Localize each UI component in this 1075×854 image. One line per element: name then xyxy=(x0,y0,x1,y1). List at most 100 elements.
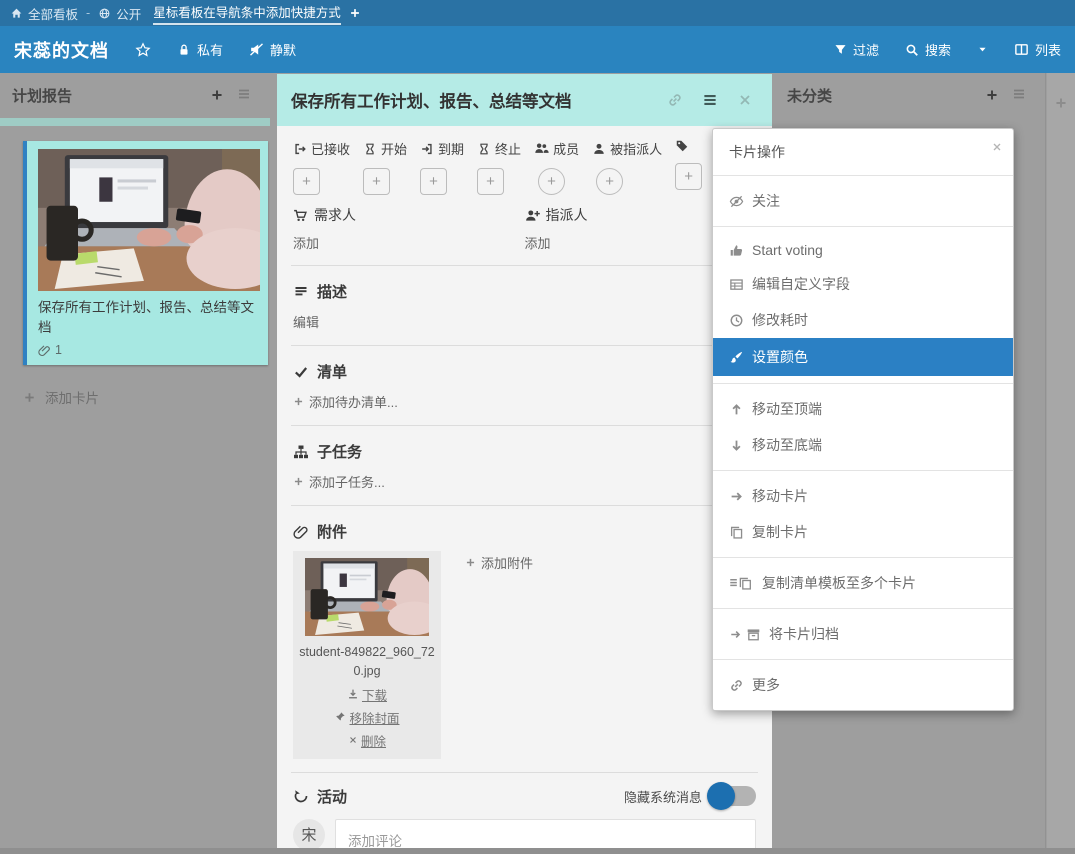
field-label: 终止 xyxy=(495,139,521,158)
requester-section: 需求人 添加 xyxy=(293,205,525,253)
private-label: 私有 xyxy=(197,40,223,59)
menu-item-label: 移动至底端 xyxy=(752,435,822,455)
description-label: 描述 xyxy=(317,281,347,302)
menu-item-move-card[interactable]: 移动卡片 xyxy=(713,478,1013,514)
plus-icon xyxy=(293,396,304,407)
kanban-card[interactable]: 保存所有工作计划、报告、总结等文档 1 xyxy=(23,141,268,365)
add-member-button[interactable]: + xyxy=(538,168,565,195)
clock-icon xyxy=(729,313,744,328)
arrow-right-icon xyxy=(729,628,742,641)
public-label: 公开 xyxy=(116,4,141,23)
public-link[interactable]: 公开 xyxy=(98,4,141,23)
arrow-down-icon xyxy=(729,438,744,453)
card-actions-menu: 卡片操作 关注 Start voting 编辑自定义字段 修改耗时 设置颜色 xyxy=(712,128,1014,711)
hourglass-icon xyxy=(363,142,377,156)
view-dropdown-button[interactable] xyxy=(977,44,988,55)
menu-item-label: 复制卡片 xyxy=(752,522,808,542)
add-checklist-link[interactable]: 添加待办清单... xyxy=(293,392,398,411)
edit-description-link[interactable]: 编辑 xyxy=(293,312,319,331)
card-actions-menu-button[interactable] xyxy=(696,88,724,113)
field-members: 成员 + xyxy=(534,139,579,195)
download-label: 下载 xyxy=(362,685,387,704)
download-icon xyxy=(347,688,359,700)
hide-system-messages-toggle[interactable] xyxy=(710,786,756,806)
horizontal-scrollbar[interactable] xyxy=(0,848,1075,854)
user-icon xyxy=(592,142,606,156)
paperclip-icon xyxy=(293,524,309,540)
add-label-button[interactable]: + xyxy=(675,163,702,190)
card-title: 保存所有工作计划、报告、总结等文档 xyxy=(38,298,258,337)
mute-icon xyxy=(249,42,264,57)
star-board-button[interactable] xyxy=(135,42,151,58)
download-link[interactable]: 下载 xyxy=(299,685,435,704)
menu-item-start-voting[interactable]: Start voting xyxy=(713,234,1013,266)
board-title: 宋蕊的文档 xyxy=(14,37,109,63)
search-icon xyxy=(905,43,919,57)
list-menu-button[interactable] xyxy=(230,84,258,107)
menu-item-set-color[interactable]: 设置颜色 xyxy=(713,338,1013,376)
plus-icon xyxy=(23,391,36,404)
add-received-button[interactable]: + xyxy=(293,168,320,195)
card-modal-header: 保存所有工作计划、报告、总结等文档 xyxy=(277,74,772,126)
menu-item-copy-card[interactable]: 复制卡片 xyxy=(713,514,1013,550)
search-button[interactable]: 搜索 xyxy=(905,40,951,59)
add-card-button[interactable]: 添加卡片 xyxy=(23,387,270,407)
table-icon xyxy=(729,277,744,292)
attachment-thumbnail[interactable] xyxy=(305,558,429,636)
add-end-button[interactable]: + xyxy=(477,168,504,195)
menu-item-more[interactable]: 更多 xyxy=(713,667,1013,703)
remove-cover-link[interactable]: 移除封面 xyxy=(299,708,435,727)
card-close-button[interactable] xyxy=(732,89,758,112)
checklist-label: 清单 xyxy=(317,361,347,382)
visibility-button[interactable]: 私有 xyxy=(177,40,223,59)
list-menu-button[interactable] xyxy=(1005,84,1033,107)
all-boards-label: 全部看板 xyxy=(28,4,78,23)
align-left-icon xyxy=(293,284,309,300)
add-due-button[interactable]: + xyxy=(420,168,447,195)
add-assignee-link[interactable]: 添加 xyxy=(525,233,551,252)
all-boards-link[interactable]: 全部看板 xyxy=(10,4,78,23)
paint-brush-icon xyxy=(729,350,744,365)
menu-item-move-to-top[interactable]: 移动至顶端 xyxy=(713,391,1013,427)
history-icon xyxy=(293,788,309,804)
columns-icon xyxy=(1014,42,1029,57)
add-card-icon-button[interactable] xyxy=(979,86,1005,105)
add-start-button[interactable]: + xyxy=(363,168,390,195)
hourglass-icon xyxy=(477,142,491,156)
delete-attachment-link[interactable]: 删除 xyxy=(299,731,435,750)
toggle-knob xyxy=(707,782,735,810)
add-subtask-link[interactable]: 添加子任务... xyxy=(293,472,385,491)
add-board-icon[interactable] xyxy=(349,7,361,19)
field-end: 终止 + xyxy=(477,139,521,195)
add-attachment-link[interactable]: 添加附件 xyxy=(465,553,533,572)
field-label: 被指派人 xyxy=(610,139,662,158)
add-requester-link[interactable]: 添加 xyxy=(293,233,319,252)
bars-icon xyxy=(1011,86,1027,102)
menu-item-archive-card[interactable]: 将卡片归档 xyxy=(713,616,1013,652)
card-link-button[interactable] xyxy=(662,89,688,112)
menu-item-move-to-bottom[interactable]: 移动至底端 xyxy=(713,427,1013,463)
globe-icon xyxy=(98,7,111,20)
hide-system-messages-label: 隐藏系统消息 xyxy=(624,787,702,806)
add-list-button[interactable] xyxy=(1047,73,1075,854)
eye-slash-icon xyxy=(729,194,744,209)
filter-button[interactable]: 过滤 xyxy=(834,40,879,59)
arrow-up-icon xyxy=(729,402,744,417)
add-card-icon-button[interactable] xyxy=(204,86,230,105)
requester-label: 需求人 xyxy=(314,205,356,225)
sign-out-icon xyxy=(293,142,307,156)
menu-item-edit-custom-fields[interactable]: 编辑自定义字段 xyxy=(713,266,1013,302)
starred-board-tab[interactable]: 星标看板在导航条中添加快捷方式 xyxy=(153,2,341,25)
top-navbar: 全部看板 - 公开 星标看板在导航条中添加快捷方式 xyxy=(0,0,1075,26)
field-start: 开始 + xyxy=(363,139,407,195)
list-view-button[interactable]: 列表 xyxy=(1014,40,1061,59)
menu-item-subscribe[interactable]: 关注 xyxy=(713,183,1013,219)
menu-close-button[interactable] xyxy=(991,139,1003,154)
menu-item-edit-time-spent[interactable]: 修改耗时 xyxy=(713,302,1013,338)
field-label: 到期 xyxy=(438,139,464,158)
mute-button[interactable]: 静默 xyxy=(249,40,296,59)
menu-header: 卡片操作 xyxy=(713,129,1013,176)
add-assignee-button[interactable]: + xyxy=(596,168,623,195)
list-color-accent xyxy=(0,118,270,126)
menu-item-copy-checklist-template[interactable]: 复制清单模板至多个卡片 xyxy=(713,565,1013,601)
